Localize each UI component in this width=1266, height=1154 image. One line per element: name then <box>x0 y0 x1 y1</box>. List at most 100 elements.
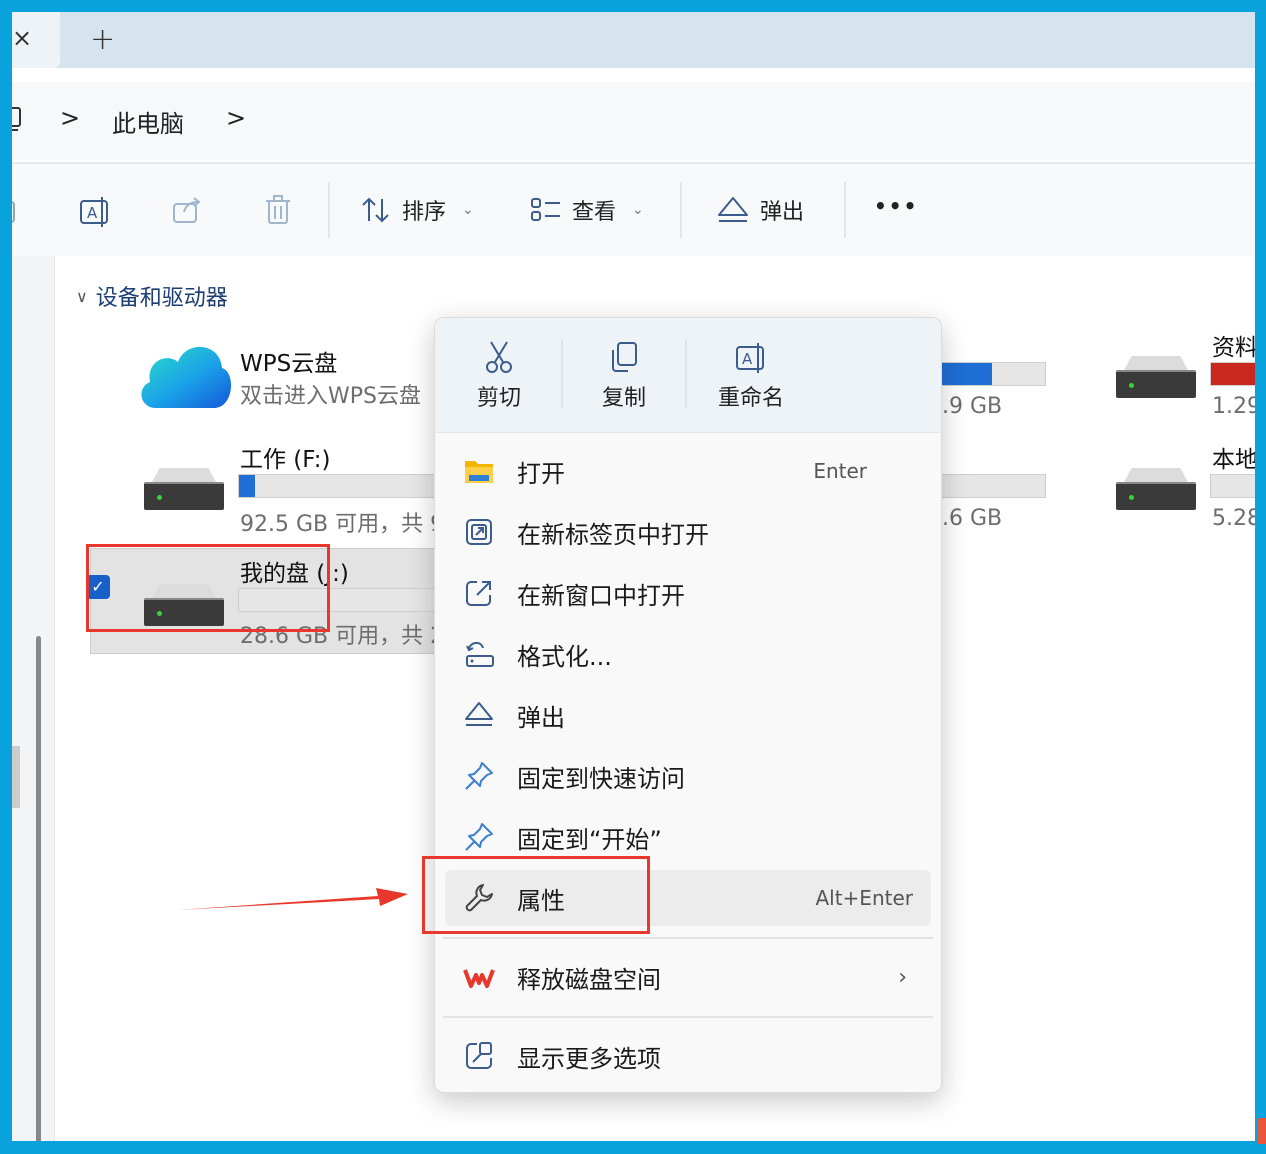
sort-label: 排序 <box>402 200 447 225</box>
section-title: 设备和驱动器 <box>95 286 228 311</box>
section-header[interactable]: ∨ 设备和驱动器 <box>76 280 228 312</box>
menu-item-open-new-window[interactable]: 在新窗口中打开 <box>445 565 931 621</box>
menu-item-show-more-options[interactable]: 显示更多选项 <box>445 1028 931 1084</box>
tab-bar: × + <box>12 12 1255 68</box>
toolbar-separator <box>844 182 846 238</box>
rename-button[interactable]: A 重命名 <box>713 340 789 412</box>
pin-icon <box>465 823 493 851</box>
pin-icon <box>465 762 493 790</box>
menu-separator <box>561 340 563 408</box>
chevron-down-icon: ⌄ <box>462 202 474 218</box>
svg-text:A: A <box>742 350 753 368</box>
shortcut-label: Enter <box>813 459 867 483</box>
menu-separator <box>443 1016 933 1018</box>
new-window-icon <box>466 581 491 606</box>
delete-icon[interactable] <box>262 194 294 228</box>
svg-text:A: A <box>87 204 98 222</box>
new-icon[interactable] <box>12 198 20 226</box>
menu-separator <box>443 937 933 939</box>
drive-subtitle: 92.5 GB 可用，共 9 <box>240 512 445 537</box>
cloud-icon <box>141 346 232 408</box>
menu-item-format[interactable]: 格式化... <box>445 626 931 682</box>
context-menu-quick-actions: 剪切 复制 A 重命名 <box>435 318 941 433</box>
breadcrumb-this-pc[interactable]: 此电脑 <box>112 104 184 139</box>
hard-drive-icon <box>144 468 224 512</box>
drive-usage-bar <box>1210 362 1255 386</box>
menu-item-pin-quick-access[interactable]: 固定到快速访问 <box>445 748 931 804</box>
shortcut-label: Alt+Enter <box>815 886 913 910</box>
folder-icon <box>465 461 493 483</box>
view-button[interactable]: 查看 ⌄ <box>530 194 644 226</box>
rename-icon[interactable]: A <box>78 194 114 230</box>
menu-item-label: 释放磁盘空间 <box>517 965 661 994</box>
menu-item-label: 弹出 <box>517 703 565 732</box>
menu-item-label: 格式化... <box>517 642 612 671</box>
more-options-icon <box>466 1042 492 1069</box>
format-icon <box>466 642 494 667</box>
sort-button[interactable]: 排序 ⌄ <box>360 194 474 226</box>
menu-item-label: 打开 <box>517 459 565 488</box>
rename-icon: A <box>736 343 764 373</box>
menu-item-label: 在新标签页中打开 <box>517 520 709 549</box>
toolbar-separator <box>680 182 682 238</box>
chevron-down-icon: ⌄ <box>632 202 644 218</box>
nav-pane-item[interactable] <box>12 746 20 808</box>
close-tab-icon[interactable]: × <box>12 24 32 52</box>
drive-name: 工作 (F:) <box>240 447 331 473</box>
new-tab-button[interactable]: + <box>90 22 115 57</box>
copy-icon <box>612 342 637 372</box>
chevron-down-icon: ∨ <box>76 286 88 306</box>
command-bar: A 排序 ⌄ 查看 ⌄ 弹出 ••• <box>12 162 1255 258</box>
more-options-button[interactable]: ••• <box>874 194 918 218</box>
drive-usage-bar <box>1210 474 1255 498</box>
breadcrumb-chevron[interactable]: > <box>60 104 80 132</box>
menu-item-label: 固定到“开始” <box>517 825 662 854</box>
menu-item-eject[interactable]: 弹出 <box>445 687 931 743</box>
drive-name: 资料 <box>1212 335 1255 361</box>
scissors-icon <box>486 341 512 373</box>
toolbar-separator <box>328 182 330 238</box>
hard-drive-icon <box>1116 468 1196 512</box>
drive-name: WPS云盘 <box>240 351 338 377</box>
new-tab-icon <box>466 519 492 545</box>
address-bar[interactable]: > 此电脑 > <box>12 82 1255 160</box>
hard-drive-icon <box>1116 356 1196 400</box>
chevron-right-icon: › <box>898 964 907 990</box>
view-label: 查看 <box>572 200 617 225</box>
sort-icon <box>362 197 389 223</box>
menu-item-label: 显示更多选项 <box>517 1044 661 1073</box>
cut-button[interactable]: 剪切 <box>473 340 525 412</box>
computer-icon <box>12 107 21 131</box>
drive-subtitle: .9 GB <box>942 394 1003 419</box>
eject-icon <box>718 197 748 222</box>
copy-label: 复制 <box>601 386 646 411</box>
drive-subtitle: 5.28 <box>1212 506 1255 531</box>
drive-subtitle: .6 GB <box>942 506 1003 531</box>
corner-decoration <box>1258 1118 1266 1144</box>
eject-icon <box>465 702 493 726</box>
annotation-highlight-properties <box>422 856 650 934</box>
navigation-pane <box>12 256 55 1141</box>
view-icon <box>531 198 560 221</box>
copy-button[interactable]: 复制 <box>597 340 651 412</box>
context-menu: 剪切 复制 A 重命名 打开 Enter 在新标签页中打开 在新窗口中打开 格式… <box>434 317 942 1093</box>
drive-usage-bar <box>238 474 440 498</box>
eject-button[interactable]: 弹出 <box>716 194 804 226</box>
breadcrumb-chevron[interactable]: > <box>226 104 246 132</box>
rename-label: 重命名 <box>717 386 784 411</box>
cut-label: 剪切 <box>476 386 521 411</box>
menu-item-open-new-tab[interactable]: 在新标签页中打开 <box>445 504 931 560</box>
eject-label: 弹出 <box>760 200 805 225</box>
drive-subtitle: 双击进入WPS云盘 <box>240 384 421 409</box>
drive-name: 本地 <box>1212 447 1255 473</box>
annotation-arrow-icon <box>178 888 408 910</box>
wps-icon <box>463 969 495 988</box>
share-icon[interactable] <box>170 194 204 228</box>
menu-item-free-disk-space[interactable]: 释放磁盘空间 › <box>445 949 931 1005</box>
drive-subtitle: 1.29 <box>1212 394 1255 419</box>
annotation-highlight-drive <box>86 544 330 632</box>
scrollbar[interactable] <box>36 636 41 1141</box>
menu-item-open[interactable]: 打开 Enter <box>445 443 931 499</box>
menu-item-label: 固定到快速访问 <box>517 764 685 793</box>
menu-separator <box>685 340 687 408</box>
